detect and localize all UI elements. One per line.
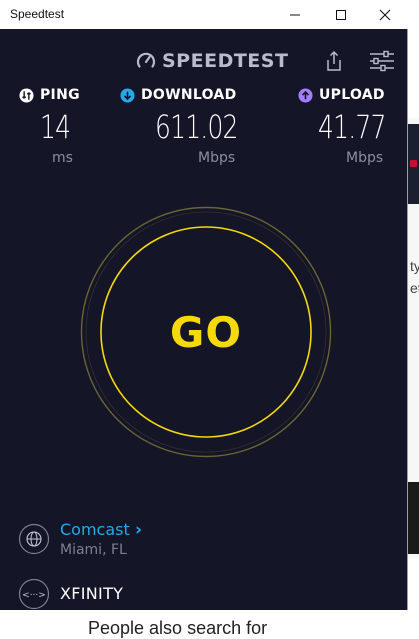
server-link-icon: <···> — [18, 578, 50, 610]
upload-header: UPLOAD — [298, 86, 385, 104]
window-title: Speedtest — [10, 7, 65, 21]
globe-icon — [18, 523, 50, 555]
ping-header: PING — [19, 86, 80, 104]
download-unit: Mbps — [198, 150, 236, 166]
ping-value: 14 — [40, 108, 71, 146]
isp-location: Miami, FL — [60, 542, 127, 558]
download-header: DOWNLOAD — [120, 86, 237, 104]
ping-label: PING — [40, 87, 80, 103]
chevron-right-icon[interactable]: › — [135, 520, 142, 540]
settings-button[interactable] — [368, 50, 396, 72]
background-text-fragment: et — [410, 280, 419, 296]
go-button-area: GO — [80, 206, 332, 458]
download-arrow-icon — [120, 87, 135, 103]
ping-unit: ms — [52, 150, 73, 166]
minimize-button[interactable] — [272, 0, 318, 29]
speedtest-window: Speedtest SPEEDTEST PING 14 ms DOWNLOAD … — [0, 0, 408, 610]
upload-unit: Mbps — [346, 150, 384, 166]
minimize-icon — [290, 14, 300, 15]
background-heading: People also search for — [88, 618, 268, 638]
speedtest-logo: SPEEDTEST — [136, 50, 288, 72]
upload-label: UPLOAD — [319, 87, 385, 103]
share-button[interactable] — [324, 49, 344, 73]
ping-icon — [19, 87, 34, 103]
speedometer-icon — [136, 52, 156, 68]
download-label: DOWNLOAD — [141, 87, 237, 103]
host-name[interactable]: XFINITY — [60, 584, 123, 603]
download-value: 611.02 — [155, 108, 238, 146]
maximize-icon — [336, 9, 346, 20]
maximize-button[interactable] — [318, 0, 364, 29]
background-thumbnail — [408, 482, 419, 554]
svg-text:<···>: <···> — [22, 591, 46, 601]
share-icon — [327, 50, 341, 71]
upload-arrow-icon — [298, 87, 313, 103]
title-bar[interactable]: Speedtest — [0, 0, 408, 29]
upload-value: 41.77 — [318, 108, 386, 146]
background-text-fragment: ty — [410, 258, 419, 274]
isp-name-link[interactable]: Comcast — [60, 520, 130, 539]
go-button[interactable] — [100, 226, 312, 438]
close-button[interactable] — [362, 0, 408, 29]
background-thumbnail — [408, 124, 419, 204]
close-icon — [379, 9, 391, 20]
brand-name: SPEEDTEST — [162, 50, 289, 72]
settings-sliders-icon — [370, 50, 394, 72]
